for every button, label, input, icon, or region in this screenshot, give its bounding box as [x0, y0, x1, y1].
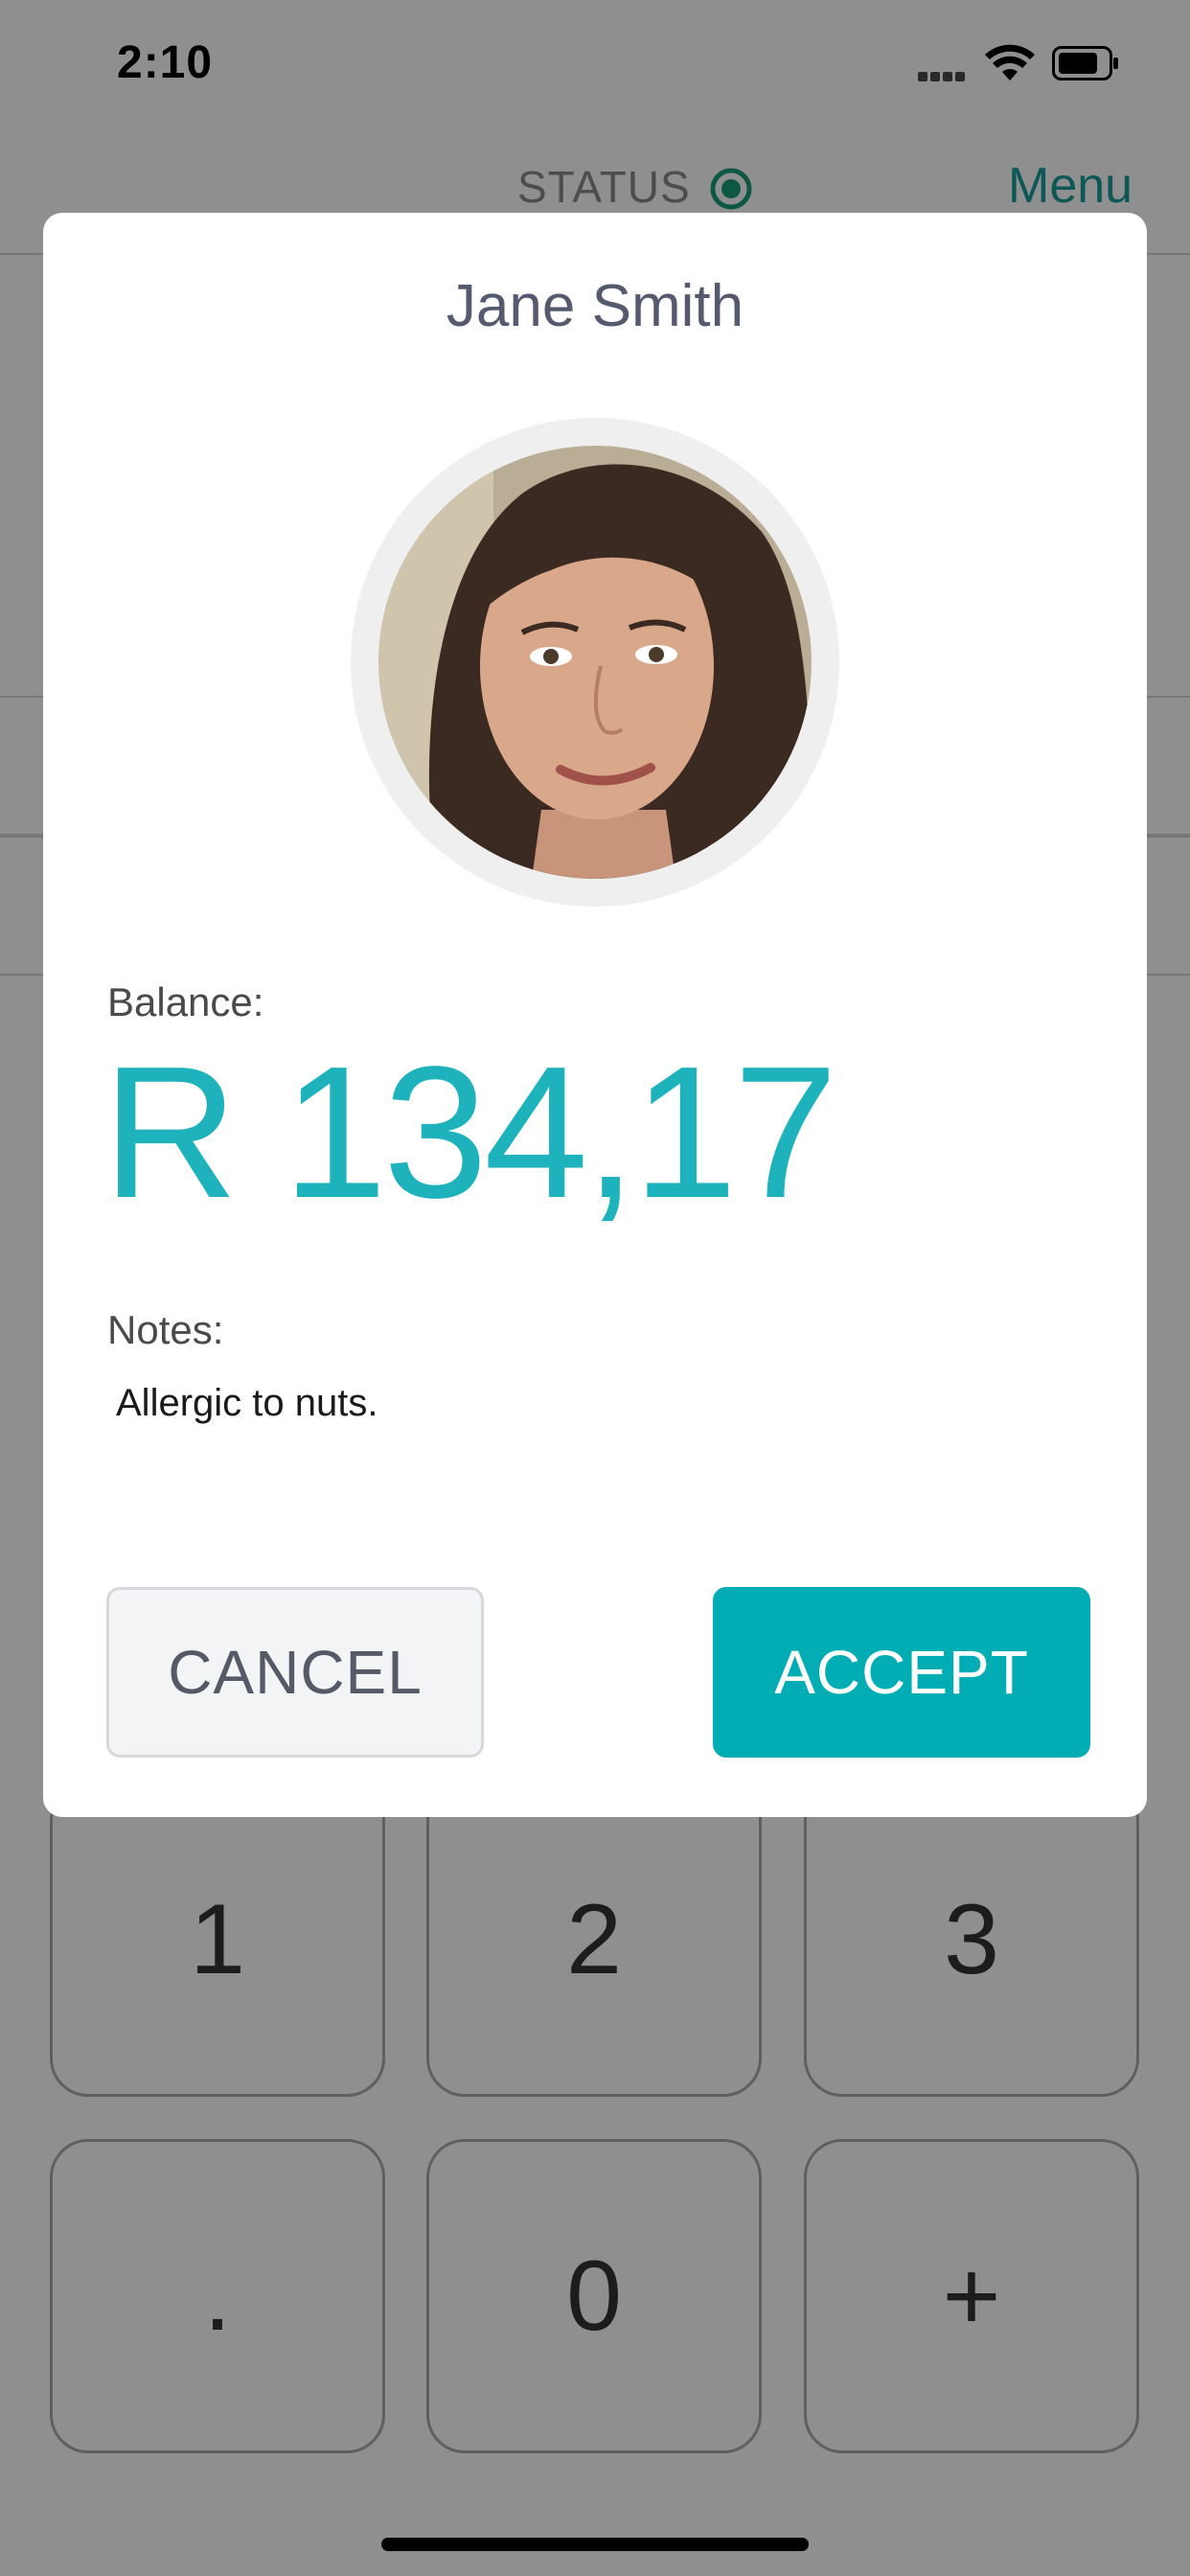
notes-label: Notes:	[107, 1307, 224, 1352]
accept-button[interactable]: ACCEPT	[713, 1587, 1090, 1758]
notes-text: Allergic to nuts.	[116, 1382, 378, 1424]
balance-value: R 134,17	[103, 1027, 837, 1237]
customer-avatar	[378, 446, 812, 879]
customer-name: Jane Smith	[446, 273, 744, 339]
customer-modal: Jane Smith Balance: R 134,17 Notes: Alle…	[43, 213, 1147, 1817]
balance-label: Balance:	[107, 979, 264, 1024]
cancel-button[interactable]: CANCEL	[106, 1587, 484, 1758]
